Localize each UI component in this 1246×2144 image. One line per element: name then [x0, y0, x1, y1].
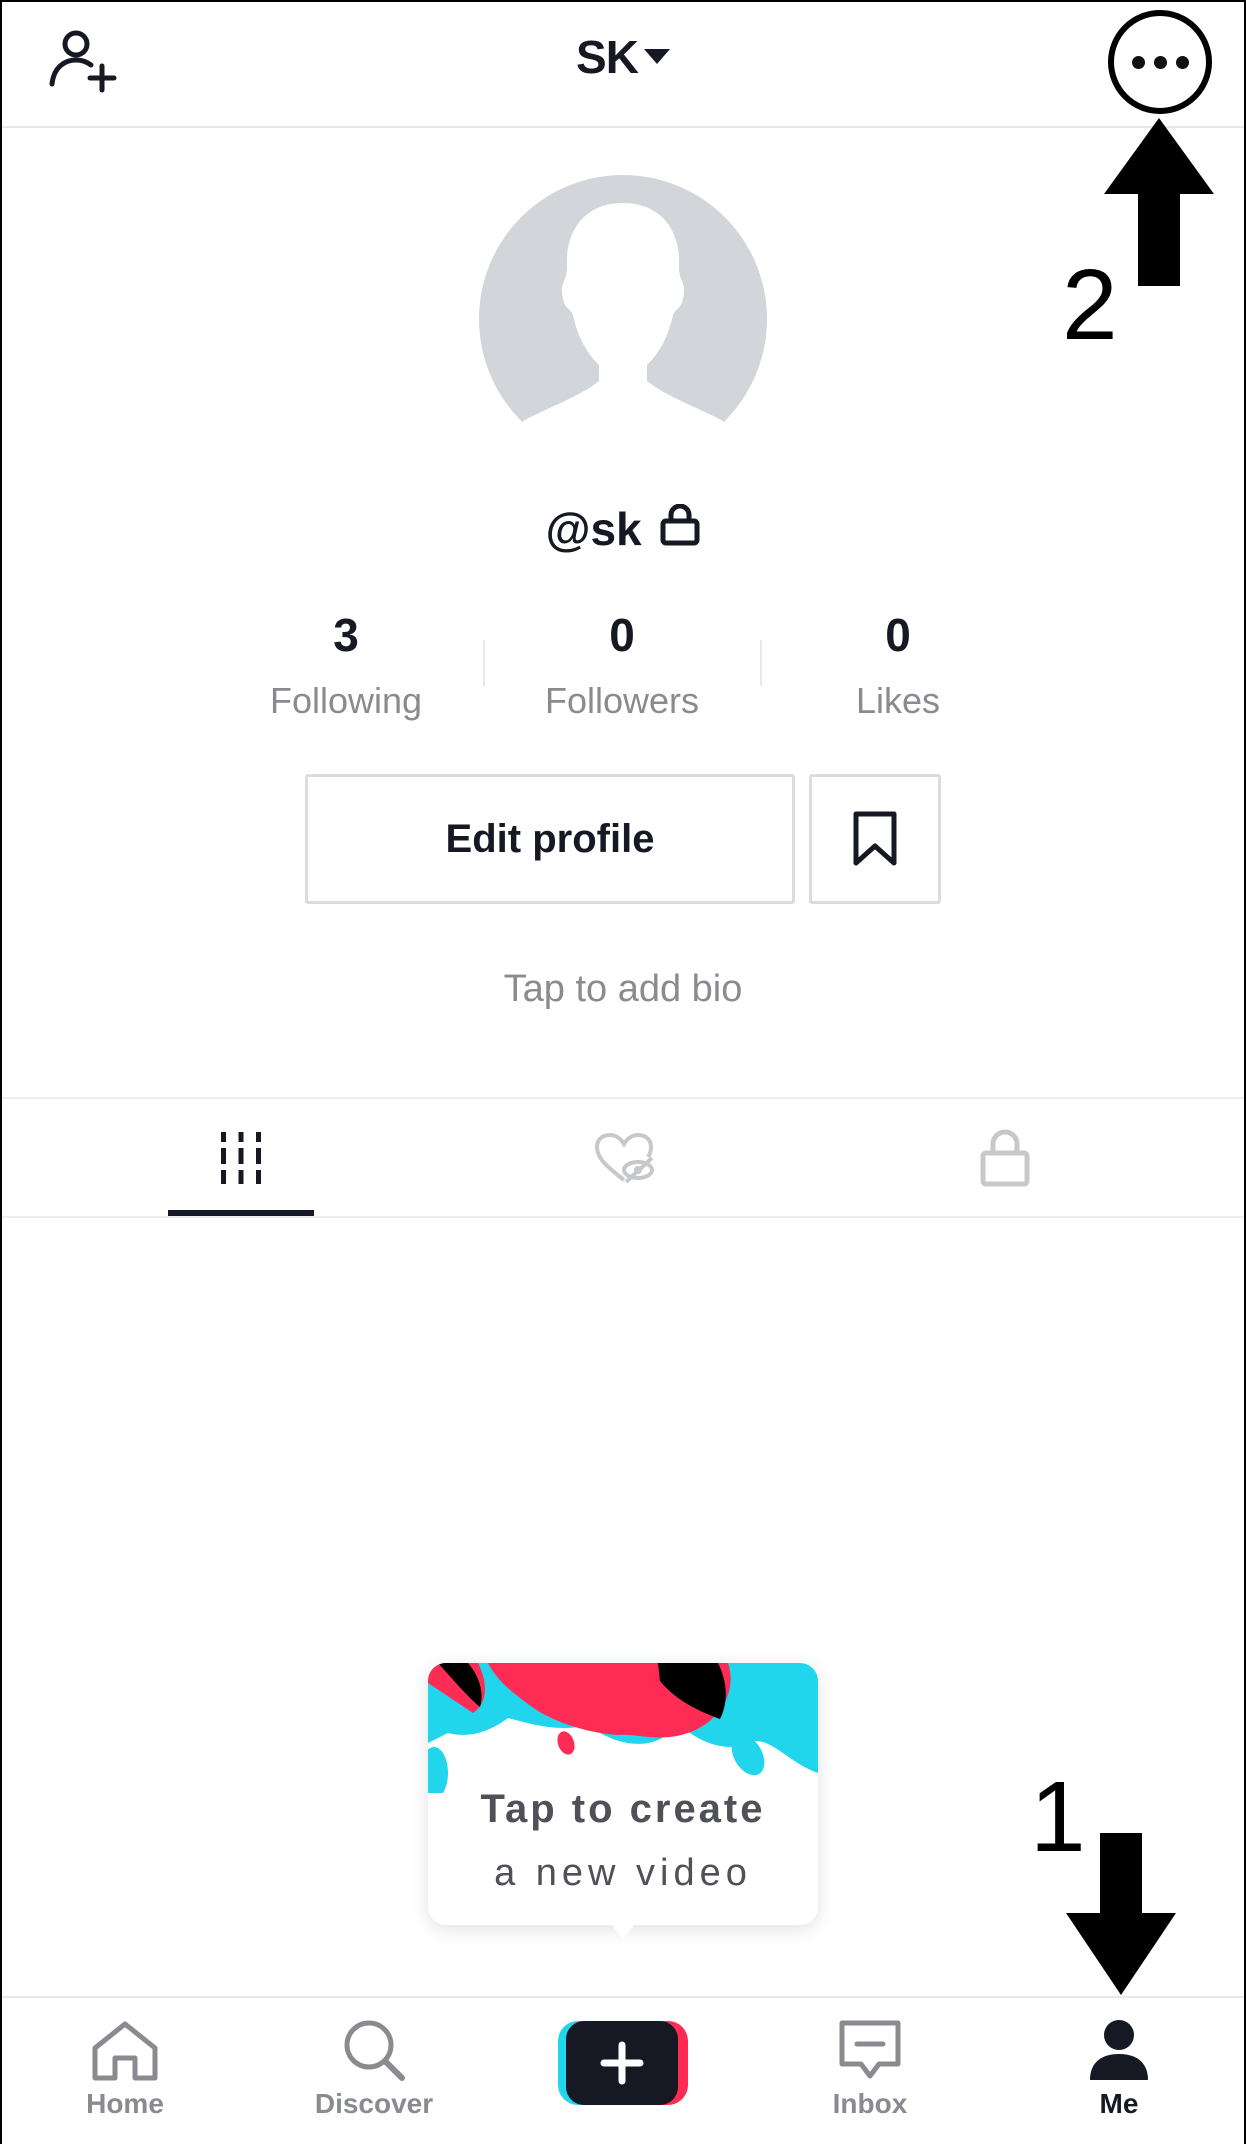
nav-inbox[interactable]: Inbox [780, 2010, 960, 2134]
nav-discover-label: Discover [314, 2088, 434, 2119]
dot [1175, 55, 1189, 69]
nav-me[interactable]: Me [1029, 2010, 1209, 2134]
following-label: Following [269, 680, 423, 721]
dot [1153, 55, 1167, 69]
create-card-artwork [428, 1663, 818, 1793]
plus-icon [558, 2021, 688, 2105]
create-video-tooltip[interactable]: Tap to create a new video [428, 1663, 818, 1939]
annotation-arrow-up [1104, 118, 1214, 286]
stat-followers[interactable]: 0 Followers [492, 608, 752, 722]
account-switcher[interactable]: SK [0, 30, 1246, 84]
create-card-title: Tap to create [480, 1787, 766, 1831]
nav-home-label: Home [86, 2088, 164, 2119]
person-icon [1090, 2020, 1148, 2080]
caret-down-icon [643, 49, 670, 65]
username-row: @sk [0, 498, 1246, 556]
default-avatar-icon [523, 203, 723, 463]
home-icon [92, 2021, 158, 2081]
stat-following[interactable]: 3 Following [216, 608, 476, 722]
create-button[interactable] [558, 2021, 688, 2105]
nav-discover[interactable]: Discover [284, 2010, 464, 2134]
more-options-button[interactable] [1108, 10, 1212, 114]
nav-inbox-label: Inbox [832, 2088, 908, 2119]
nav-me-label: Me [1099, 2088, 1139, 2119]
private-lock-icon [980, 1129, 1030, 1186]
inbox-icon [839, 2020, 901, 2079]
annotation-number-2: 2 [1062, 249, 1118, 361]
add-bio-prompt[interactable]: Tap to add bio [0, 968, 1246, 1011]
tab-private[interactable] [766, 1099, 1244, 1216]
nav-home[interactable]: Home [35, 2010, 215, 2134]
likes-label: Likes [855, 680, 941, 721]
tabs-divider-bottom [2, 1216, 1244, 1218]
stat-divider [760, 640, 762, 686]
avatar[interactable] [479, 175, 767, 463]
create-card-subtitle: a new video [494, 1852, 752, 1894]
search-icon [344, 2020, 405, 2081]
liked-hidden-icon [594, 1132, 654, 1183]
active-tab-indicator [168, 1210, 314, 1216]
likes-count: 0 [885, 609, 911, 661]
more-horizontal-icon [1131, 55, 1145, 69]
followers-count: 0 [609, 609, 635, 661]
edit-profile-button[interactable]: Edit profile [305, 774, 795, 904]
annotation-arrow-down [1066, 1833, 1176, 1995]
videos-grid-icon [221, 1131, 261, 1184]
username: @sk [545, 502, 642, 555]
tooltip-tail [607, 1919, 639, 1939]
decorative-blobs-image [428, 1663, 818, 1793]
followers-label: Followers [544, 680, 700, 721]
stat-divider [483, 640, 485, 686]
following-count: 3 [333, 609, 359, 661]
bookmark-icon [853, 811, 897, 866]
lock-icon [660, 503, 700, 546]
account-name: SK [576, 31, 639, 83]
favorites-button[interactable] [809, 774, 941, 904]
stat-likes[interactable]: 0 Likes [768, 608, 1028, 722]
